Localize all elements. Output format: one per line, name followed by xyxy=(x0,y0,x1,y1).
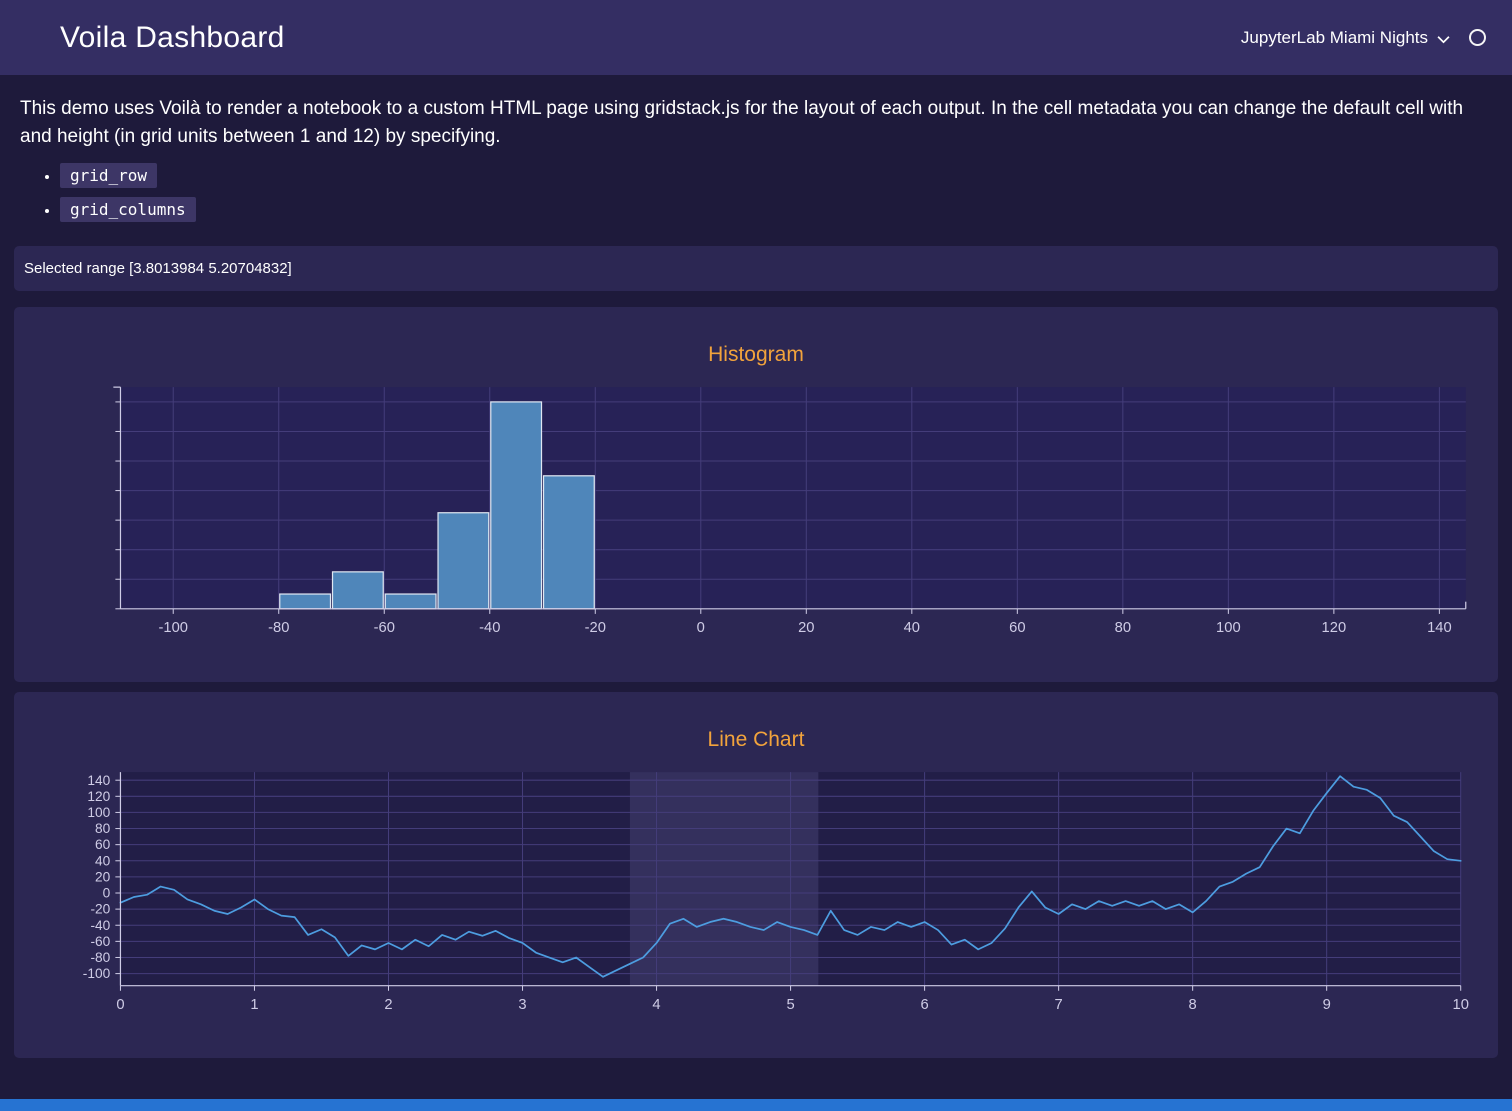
svg-text:-40: -40 xyxy=(479,620,500,636)
svg-text:140: 140 xyxy=(1427,620,1452,636)
intro-paragraph: This demo uses Voilà to render a noteboo… xyxy=(20,95,1486,151)
svg-text:7: 7 xyxy=(1055,997,1063,1013)
svg-text:20: 20 xyxy=(798,620,814,636)
svg-text:-100: -100 xyxy=(158,620,188,636)
svg-text:0: 0 xyxy=(116,997,124,1013)
page-title: Voila Dashboard xyxy=(60,21,285,55)
svg-text:60: 60 xyxy=(1009,620,1025,636)
svg-text:80: 80 xyxy=(95,821,111,836)
svg-text:2: 2 xyxy=(384,997,392,1013)
svg-text:8: 8 xyxy=(1189,997,1197,1013)
svg-text:0: 0 xyxy=(697,620,705,636)
svg-text:80: 80 xyxy=(1115,620,1131,636)
code-chip-grid-row: grid_row xyxy=(60,163,157,188)
header: Voila Dashboard JupyterLab Miami Nights xyxy=(0,0,1512,75)
svg-text:5: 5 xyxy=(786,997,794,1013)
svg-text:3: 3 xyxy=(518,997,526,1013)
svg-text:100: 100 xyxy=(87,805,110,820)
code-chip-grid-columns: grid_columns xyxy=(60,197,196,222)
svg-text:6: 6 xyxy=(920,997,928,1013)
histogram-title: Histogram xyxy=(34,343,1478,367)
dashboard-body: This demo uses Voilà to render a noteboo… xyxy=(0,75,1512,1097)
svg-text:120: 120 xyxy=(87,788,110,803)
svg-text:120: 120 xyxy=(1322,620,1347,636)
svg-text:-80: -80 xyxy=(90,950,110,965)
line-chart-panel: Line Chart 140120100806040200-20-40-60-8… xyxy=(14,692,1498,1058)
line-chart-title: Line Chart xyxy=(34,728,1478,752)
bottom-bar xyxy=(0,1099,1512,1111)
svg-text:9: 9 xyxy=(1323,997,1331,1013)
svg-text:-60: -60 xyxy=(90,933,110,948)
svg-text:40: 40 xyxy=(904,620,920,636)
svg-text:-40: -40 xyxy=(90,917,110,932)
histogram-svg[interactable]: -100 -80 -60 -40 -20 0 20 40 60 80 100 120 140 xyxy=(34,379,1478,639)
selected-range-text: Selected range [3.8013984 5.20704832] xyxy=(24,260,292,277)
svg-text:1: 1 xyxy=(250,997,258,1013)
svg-text:-60: -60 xyxy=(374,620,395,636)
svg-text:10: 10 xyxy=(1453,997,1469,1013)
list-item: grid_row xyxy=(60,163,1498,188)
svg-text:40: 40 xyxy=(95,853,111,868)
theme-selector-dropdown[interactable]: JupyterLab Miami Nights xyxy=(1241,28,1486,48)
kernel-status-icon[interactable] xyxy=(1469,29,1486,46)
theme-selector-label: JupyterLab Miami Nights xyxy=(1241,28,1428,48)
histogram-panel: Histogram -100 -80 -60 -40 -20 0 20 40 60 80 100 12… xyxy=(14,307,1498,681)
svg-text:-80: -80 xyxy=(268,620,289,636)
svg-text:-100: -100 xyxy=(83,966,111,981)
list-item: grid_columns xyxy=(60,197,1498,222)
svg-text:-20: -20 xyxy=(585,620,606,636)
svg-text:-20: -20 xyxy=(90,901,110,916)
svg-text:20: 20 xyxy=(95,869,111,884)
intro-list: grid_row grid_columns xyxy=(14,163,1498,222)
svg-text:4: 4 xyxy=(652,997,660,1013)
svg-text:60: 60 xyxy=(95,837,111,852)
svg-text:100: 100 xyxy=(1216,620,1241,636)
svg-text:140: 140 xyxy=(87,772,110,787)
line-chart-svg[interactable]: 140120100806040200-20-40-60-80-100012345… xyxy=(34,764,1478,1016)
selected-range-panel: Selected range [3.8013984 5.20704832] xyxy=(14,246,1498,291)
svg-text:0: 0 xyxy=(103,885,111,900)
chevron-down-icon xyxy=(1437,35,1450,44)
